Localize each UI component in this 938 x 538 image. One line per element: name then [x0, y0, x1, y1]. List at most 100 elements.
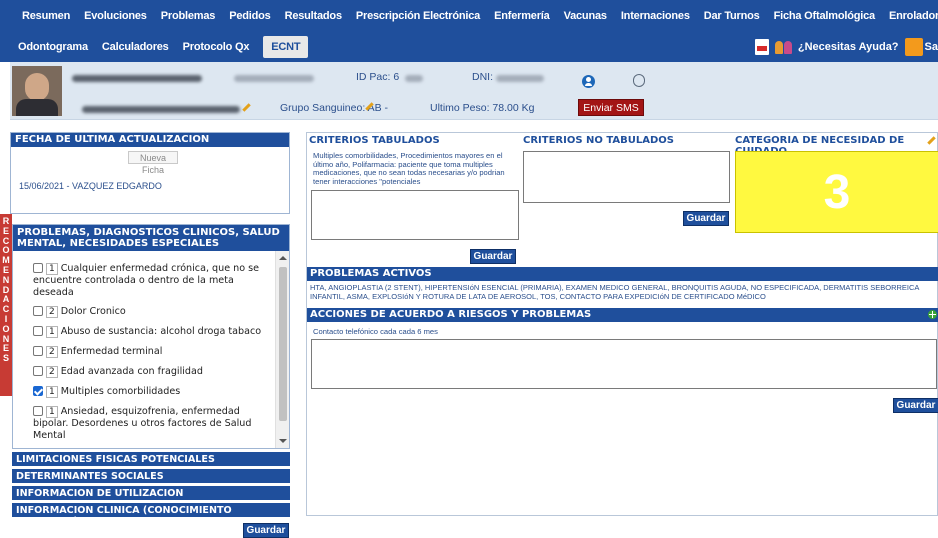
- tabulated-criteria-title: CRITERIOS TABULADOS: [309, 135, 440, 146]
- problem-weight: 1: [46, 386, 58, 398]
- nav-item[interactable]: Protocolo Qx: [183, 41, 250, 53]
- problem-weight: 2: [46, 346, 58, 358]
- problem-checkbox[interactable]: [33, 346, 43, 356]
- patient-photo: [12, 66, 62, 116]
- scroll-down-icon[interactable]: [279, 439, 287, 443]
- problem-item: 1 Multiples comorbilidades: [33, 386, 269, 398]
- save-actions-button[interactable]: Guardar: [893, 398, 938, 413]
- care-category-value: 3: [735, 151, 938, 233]
- last-update-title: FECHA DE ULTIMA ACTUALIZACION: [11, 133, 289, 147]
- nav-item[interactable]: Problemas: [161, 10, 216, 22]
- action-text: Contacto telefónico cada cada 6 mes: [313, 327, 438, 336]
- problem-label: Ansiedad, esquizofrenia, enfermedad bipo…: [33, 406, 252, 441]
- patient-dni: DNI:: [472, 71, 493, 83]
- problem-label: Multiples comorbilidades: [60, 386, 181, 397]
- tabulated-criteria-text: Multiples comorbilidades, Procedimientos…: [313, 151, 505, 186]
- problem-checkbox[interactable]: [33, 366, 43, 376]
- problem-item: 2 Enfermedad terminal: [33, 346, 269, 358]
- last-weight: Ultimo Peso: 78.00 Kg: [430, 102, 535, 114]
- nav-item[interactable]: Enrolador: [889, 10, 938, 22]
- problems-list: 1 Cualquier enfermedad crónica, que no se…: [13, 251, 275, 448]
- problem-item: 1 Cualquier enfermedad crónica, que no se…: [33, 263, 269, 298]
- problems-scrollbar[interactable]: [275, 251, 289, 448]
- nav-item[interactable]: ECNT: [263, 35, 309, 58]
- nav-item[interactable]: Dar Turnos: [704, 10, 760, 22]
- nav-item[interactable]: Odontograma: [18, 41, 88, 53]
- nav-item[interactable]: Evoluciones: [84, 10, 147, 22]
- section-social-determinants[interactable]: DETERMINANTES SOCIALES: [12, 469, 290, 484]
- help-link[interactable]: ¿Necesitas Ayuda?: [798, 41, 899, 53]
- actions-textarea[interactable]: [311, 339, 937, 389]
- nav-row-secondary: Odontograma Calculadores Protocolo Qx ECNT: [0, 31, 322, 62]
- nav-row-main: Resumen Evoluciones Problemas Pedidos Result…: [0, 0, 938, 31]
- patient-name-redacted: [72, 75, 202, 82]
- last-update-panel: FECHA DE ULTIMA ACTUALIZACION Nueva Fich…: [10, 132, 290, 214]
- last-update-date: 15/06/2021 - VAZQUEZ EDGARDO: [19, 181, 162, 191]
- face-recognition-icon[interactable]: [633, 74, 645, 87]
- problem-checkbox[interactable]: [33, 386, 43, 396]
- problem-label: Abuso de sustancia: alcohol droga tabaco: [60, 326, 262, 337]
- exit-link[interactable]: Sa: [925, 41, 938, 53]
- save-tabulated-button[interactable]: Guardar: [470, 249, 516, 264]
- new-record-button[interactable]: Nueva Ficha: [128, 151, 178, 175]
- nav-item[interactable]: Ficha Oftalmológica: [774, 10, 876, 22]
- scroll-up-icon[interactable]: [279, 256, 287, 260]
- active-problems-title: PROBLEMAS ACTIVOS: [307, 267, 938, 281]
- section-clinical-info[interactable]: INFORMACION CLINICA (CONOCIMIENTO PERSON…: [12, 503, 290, 527]
- recommendations-tab[interactable]: RECOMENDACIONES: [0, 214, 12, 396]
- problem-item: 2 Edad avanzada con fragilidad: [33, 366, 269, 378]
- problems-panel: PROBLEMAS, DIAGNOSTICOS CLINICOS, SALUD …: [12, 224, 290, 449]
- problem-label: Cualquier enfermedad crónica, que no se …: [33, 263, 260, 298]
- ecnt-page: Resumen Evoluciones Problemas Pedidos Result…: [0, 0, 938, 538]
- problems-title: PROBLEMAS, DIAGNOSTICOS CLINICOS, SALUD …: [13, 225, 289, 251]
- nav-item[interactable]: Pedidos: [229, 10, 271, 22]
- people-help-icon[interactable]: [774, 39, 795, 55]
- untabulated-criteria-textarea[interactable]: [523, 151, 730, 203]
- problem-weight: 1: [46, 326, 58, 338]
- problem-checkbox[interactable]: [33, 406, 43, 416]
- tabulated-criteria-textarea[interactable]: [311, 190, 519, 240]
- patient-id-redacted: [405, 75, 423, 82]
- problem-item: 1 Abuso de sustancia: alcohol droga tabac…: [33, 326, 269, 338]
- save-left-button[interactable]: Guardar: [243, 523, 289, 538]
- patient-contact-redacted: [82, 106, 240, 113]
- active-problems-text: HTA, ANGIOPLASTIA (2 STENT), HIPERTENSIó…: [310, 283, 920, 301]
- problem-label: Dolor Cronico: [60, 306, 126, 317]
- help-area: ¿Necesitas Ayuda? Sa: [754, 31, 938, 62]
- user-profile-icon[interactable]: [582, 75, 595, 88]
- problem-weight: 2: [46, 366, 58, 378]
- nav-item[interactable]: Vacunas: [564, 10, 607, 22]
- nav-item[interactable]: Resultados: [285, 10, 342, 22]
- nav-item[interactable]: Internaciones: [621, 10, 690, 22]
- send-sms-button[interactable]: Enviar SMS: [578, 99, 644, 116]
- edit-contact-icon[interactable]: [242, 103, 251, 112]
- problem-item: 2 Dolor Cronico: [33, 306, 269, 318]
- top-navigation: Resumen Evoluciones Problemas Pedidos Result…: [0, 0, 938, 62]
- nav-item[interactable]: Enfermería: [494, 10, 550, 22]
- scroll-thumb[interactable]: [279, 267, 287, 421]
- problem-checkbox[interactable]: [33, 263, 43, 273]
- problem-label: Edad avanzada con fragilidad: [60, 366, 203, 377]
- patient-age-redacted: [234, 75, 314, 82]
- nav-item[interactable]: Resumen: [22, 10, 70, 22]
- patient-dni-redacted: [496, 75, 544, 82]
- patient-header: ID Pac: 6 DNI: Grupo Sanguineo: AB - Ult…: [10, 62, 938, 120]
- exit-icon[interactable]: [904, 37, 923, 56]
- problem-weight: 1: [46, 406, 58, 418]
- nav-item[interactable]: Prescripción Electrónica: [356, 10, 480, 22]
- save-untabulated-button[interactable]: Guardar: [683, 211, 729, 226]
- section-physical-limitations[interactable]: LIMITACIONES FISICAS POTENCIALES: [12, 452, 290, 467]
- problem-weight: 1: [46, 263, 58, 275]
- section-utilization-info[interactable]: INFORMACION DE UTILIZACION: [12, 486, 290, 501]
- recommendations-letter: S: [2, 353, 9, 364]
- add-action-icon[interactable]: [928, 310, 937, 319]
- patient-id: ID Pac: 6: [356, 71, 400, 83]
- pdf-icon[interactable]: [754, 38, 769, 55]
- actions-title: ACCIONES DE ACUERDO A RIESGOS Y PROBLEMA…: [307, 308, 938, 322]
- problem-checkbox[interactable]: [33, 306, 43, 316]
- problem-checkbox[interactable]: [33, 326, 43, 336]
- problem-item: 1 Ansiedad, esquizofrenia, enfermedad bip…: [33, 406, 269, 441]
- nav-item[interactable]: Calculadores: [102, 41, 169, 53]
- problem-weight: 2: [46, 306, 58, 318]
- criteria-area: CRITERIOS TABULADOS Multiples comorbilid…: [306, 132, 938, 516]
